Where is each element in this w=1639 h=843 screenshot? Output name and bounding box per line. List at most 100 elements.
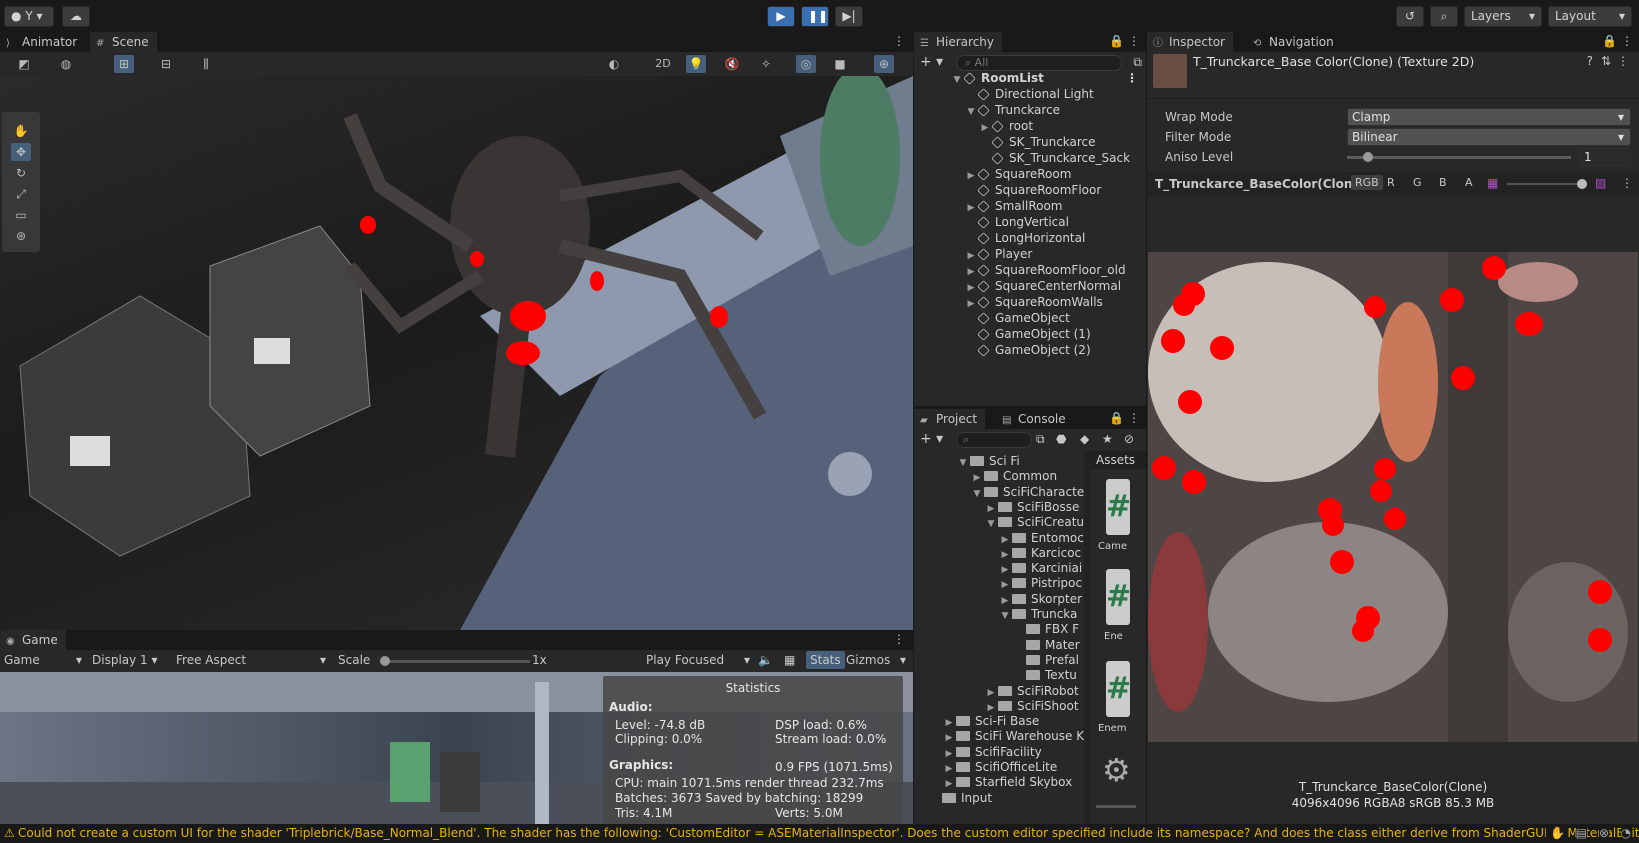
script-icon[interactable]: # <box>1106 479 1131 535</box>
hierarchy-item[interactable]: SK_Trunckarce <box>914 134 1146 150</box>
project-folder[interactable]: ▶ SciFiBosse <box>914 499 1084 515</box>
help-icon[interactable]: ? <box>1587 54 1593 68</box>
layers-dropdown[interactable]: Layers ▾ <box>1464 6 1542 27</box>
hierarchy-item[interactable]: SquareRoomFloor <box>914 182 1146 198</box>
hierarchy-item[interactable]: GameObject <box>914 310 1146 326</box>
2d-toggle[interactable]: 2D <box>650 55 676 73</box>
tab-console[interactable]: ▤ Console <box>996 409 1074 429</box>
hierarchy-item[interactable]: GameObject (2) <box>914 342 1146 358</box>
menu-icon[interactable]: ⋮ <box>893 34 905 48</box>
hand-tool-icon[interactable]: ✋ <box>11 122 31 140</box>
slider-handle[interactable] <box>1363 152 1373 162</box>
hierarchy-item[interactable]: Directional Light <box>914 86 1146 102</box>
project-folder[interactable]: ▶ SciFiShoot <box>914 698 1084 714</box>
increment-snap-icon[interactable]: ⊟ <box>156 55 176 73</box>
menu-icon[interactable]: ⋮ <box>1128 34 1140 48</box>
tab-inspector[interactable]: ⓘ Inspector <box>1147 32 1233 52</box>
project-folder[interactable]: ▶ ScifiFacility <box>914 744 1084 760</box>
menu-icon[interactable]: ⋮ <box>1617 54 1629 68</box>
hierarchy-item[interactable]: GameObject (1) <box>914 326 1146 342</box>
gizmos-icon[interactable]: ⊕ <box>874 55 894 73</box>
tab-project[interactable]: ▰ Project <box>914 409 986 429</box>
menu-icon[interactable]: ⋮ <box>1126 70 1138 86</box>
lock-icon[interactable]: 🔒 <box>1109 34 1124 48</box>
tab-navigation[interactable]: ⟲ Navigation <box>1247 32 1342 52</box>
project-folder[interactable]: ▶ Karciniai <box>914 560 1084 576</box>
search-icon[interactable]: ⌕ <box>1430 6 1458 27</box>
mute-icon[interactable]: 🔈 <box>758 653 773 667</box>
tab-scene[interactable]: # Scene <box>90 32 157 52</box>
scene-viewport[interactable] <box>0 76 913 630</box>
aspect-dropdown[interactable]: Free Aspect ▾ <box>176 653 326 667</box>
project-folder[interactable]: ▼ Truncka <box>914 606 1084 622</box>
project-folder[interactable]: ▼ Sci Fi <box>914 453 1084 469</box>
rgb-channel-button[interactable]: RGB <box>1351 175 1383 190</box>
b-channel-button[interactable]: B <box>1439 176 1447 189</box>
scale-tool-icon[interactable]: ⤢ <box>11 185 31 203</box>
menu-icon[interactable]: ⋮ <box>1621 176 1633 190</box>
menu-icon[interactable]: ⋮ <box>893 632 905 646</box>
rect-tool-icon[interactable]: ▭ <box>11 206 31 224</box>
r-channel-button[interactable]: R <box>1387 176 1395 189</box>
project-folder[interactable]: Prefal <box>914 652 1084 668</box>
assets-breadcrumb[interactable]: Assets <box>1090 451 1146 469</box>
audio-icon[interactable]: 🔇 <box>722 55 742 73</box>
account-dropdown[interactable]: ● Y ▾ <box>4 6 54 27</box>
project-folder[interactable]: ▶ Starfield Skybox <box>914 774 1084 790</box>
tab-animator[interactable]: ⟩ Animator <box>0 32 85 52</box>
hierarchy-item[interactable]: LongVertical <box>914 214 1146 230</box>
script-icon[interactable]: # <box>1106 569 1131 625</box>
g-channel-button[interactable]: G <box>1413 176 1422 189</box>
layout-dropdown[interactable]: Layout ▾ <box>1548 6 1632 27</box>
label-filter-icon[interactable]: ⬣ <box>1056 432 1066 446</box>
tools-icon[interactable]: ▤ <box>1575 824 1587 843</box>
project-folder[interactable]: ▼ SciFiCreatu <box>914 514 1084 530</box>
project-folder[interactable]: ▶ Sci-Fi Base <box>914 713 1084 729</box>
display-dropdown[interactable]: Display 1 ▾ <box>92 653 172 667</box>
project-folder[interactable]: ▶ ScifiOfficeLite <box>914 759 1084 775</box>
checker-icon[interactable]: ▨ <box>1595 176 1606 190</box>
hierarchy-item[interactable]: SK_Trunckarce_Sack <box>914 150 1146 166</box>
align-icon[interactable]: ⫼ <box>196 55 216 73</box>
create-button[interactable]: + ▾ <box>920 431 943 447</box>
project-folder[interactable]: ▶ Karcicoc <box>914 545 1084 561</box>
hierarchy-item[interactable]: ▶ root <box>914 118 1146 134</box>
menu-icon[interactable]: ⋮ <box>1128 411 1140 425</box>
hierarchy-item[interactable]: ▶ SquareRoom <box>914 166 1146 182</box>
hierarchy-search-input[interactable]: ⌕ All <box>956 55 1122 71</box>
status-bar[interactable]: ⚠ Could not create a custom UI for the s… <box>0 824 1639 843</box>
aniso-slider[interactable] <box>1347 152 1571 162</box>
script-icon[interactable]: # <box>1106 661 1131 717</box>
pause-button[interactable]: ❚❚ <box>801 6 829 27</box>
rotate-tool-icon[interactable]: ↻ <box>11 164 31 182</box>
cloud-icon[interactable]: ☁ <box>62 6 90 27</box>
project-folder[interactable]: ▶ Entomoc <box>914 530 1084 546</box>
project-folder[interactable]: ▶ SciFi Warehouse K <box>914 728 1084 744</box>
add-button[interactable]: + ▾ <box>920 54 943 70</box>
hierarchy-item[interactable]: LongHorizontal <box>914 230 1146 246</box>
hierarchy-item[interactable]: ▶ SquareRoomWalls <box>914 294 1146 310</box>
tab-game[interactable]: ◉ Game <box>0 630 66 650</box>
hierarchy-item[interactable]: ▶ SquareRoomFloor_old <box>914 262 1146 278</box>
filter-icon[interactable]: ⧉ <box>1133 55 1142 70</box>
lighting-icon[interactable]: 💡 <box>686 55 706 73</box>
lock-icon[interactable]: 🔒 <box>1109 411 1124 425</box>
shading-icon[interactable]: ◐ <box>604 55 624 73</box>
mip-slider[interactable] <box>1507 179 1587 189</box>
project-search-input[interactable]: ⌕ <box>956 432 1032 448</box>
grid-snap-icon[interactable]: ⊞ <box>114 55 134 73</box>
mip-icon[interactable]: ▦ <box>1487 176 1498 190</box>
project-folder[interactable]: Textu <box>914 667 1084 683</box>
play-button[interactable]: ▶ <box>767 6 795 27</box>
project-folder[interactable]: ▶ Common <box>914 468 1084 484</box>
slider-handle[interactable] <box>380 656 390 666</box>
game-view-dropdown[interactable]: Game ▾ <box>4 653 82 667</box>
stats-button[interactable]: Stats <box>806 651 845 669</box>
project-folder[interactable]: ▼ SciFiCharacte <box>914 484 1084 500</box>
lock-icon[interactable]: 🔒 <box>1602 34 1617 48</box>
tab-hierarchy[interactable]: ☰ Hierarchy <box>914 32 1003 52</box>
preset-icon[interactable]: ⇅ <box>1601 54 1611 68</box>
history-icon[interactable]: ↺ <box>1396 6 1424 27</box>
cache-icon[interactable]: ⊗ <box>1598 824 1609 843</box>
visibility-icon[interactable]: ◎ <box>796 55 816 73</box>
